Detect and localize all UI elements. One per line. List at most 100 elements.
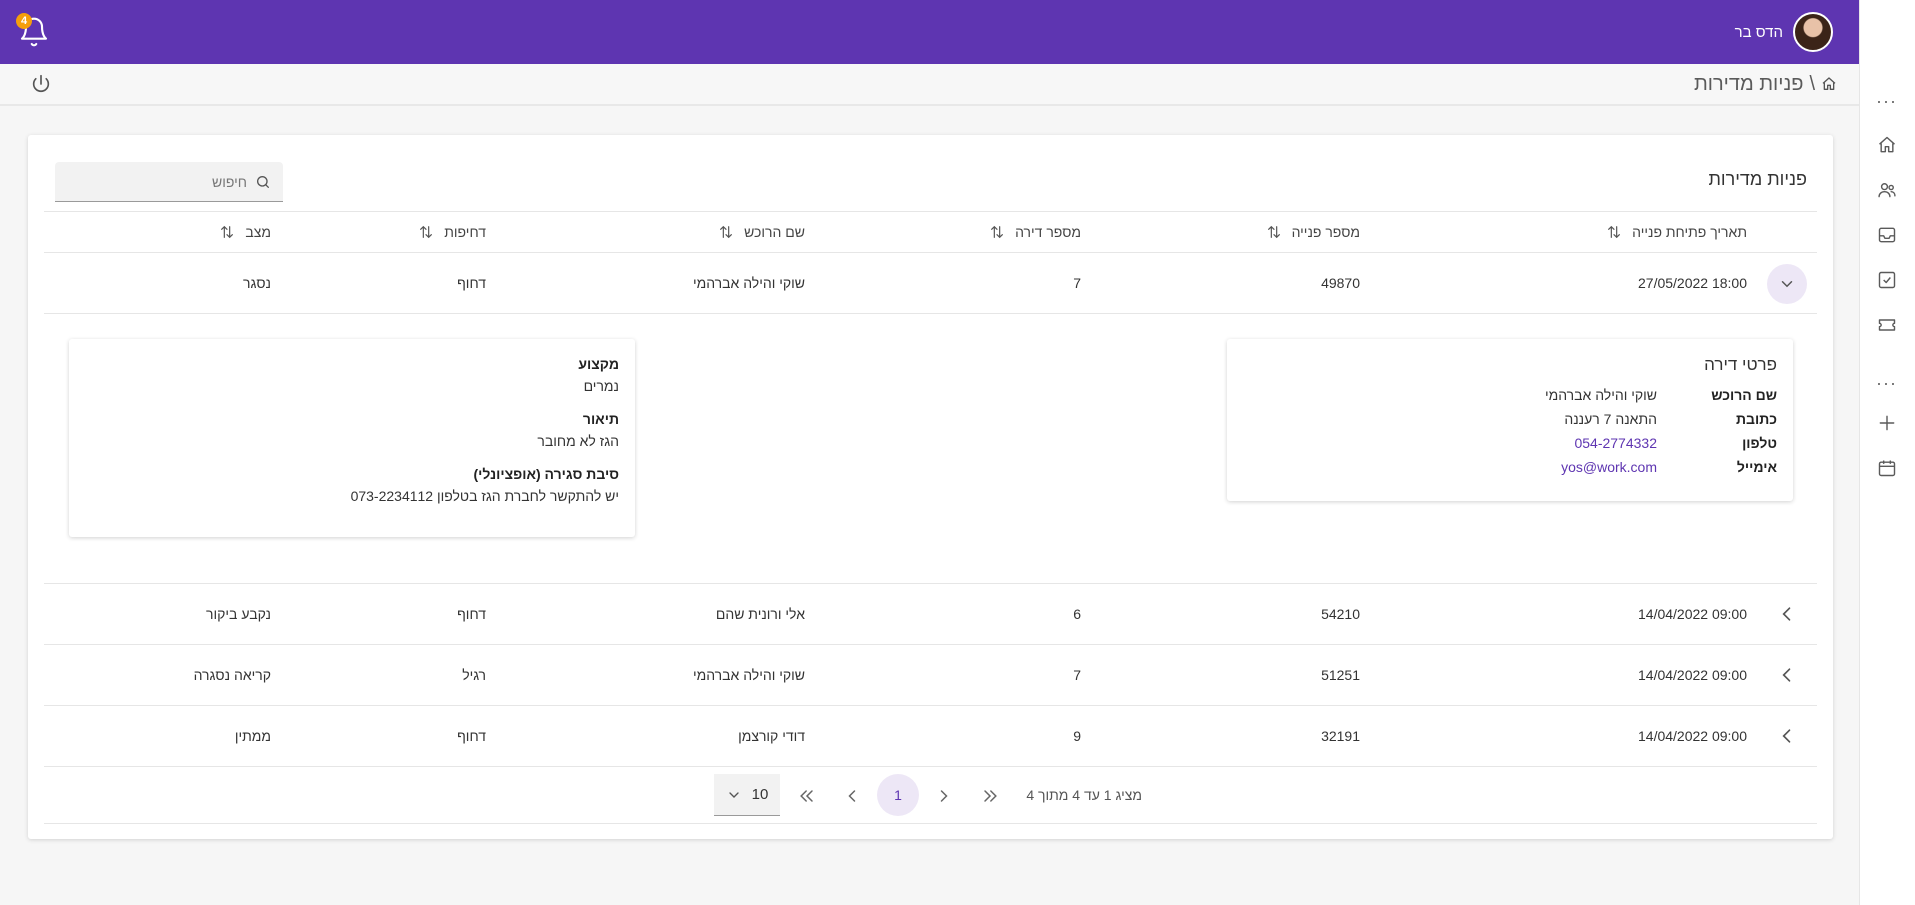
cell-date: 27/05/2022 18:00 <box>1638 275 1747 291</box>
pagination: מציג 1 עד 4 מתוך 4 1 10 <box>44 767 1817 824</box>
sort-icon <box>720 225 733 239</box>
address-value: התאנה 7 רעננה <box>1564 411 1657 427</box>
top-header: 4 הדס בר <box>0 0 1859 64</box>
power-icon[interactable] <box>30 73 52 95</box>
sort-icon <box>221 225 234 239</box>
table-row[interactable]: 27/05/2022 18:00 49870 7 שוקי והילה אברה… <box>44 253 1817 314</box>
description-value: הגז לא מחובר <box>537 433 619 449</box>
cell-status: נקבע ביקור <box>206 606 271 622</box>
breadcrumb: \ פניות מדירות <box>1694 73 1837 96</box>
breadcrumb-bar: \ פניות מדירות <box>0 64 1859 106</box>
calendar-icon[interactable] <box>1877 458 1897 478</box>
search-box[interactable] <box>55 162 283 202</box>
owner-value: שוקי והילה אברהמי <box>1544 387 1657 403</box>
cell-number: 32191 <box>1321 728 1360 744</box>
cell-apartment: 7 <box>1073 667 1081 683</box>
table-row[interactable]: 14/04/2022 09:00 51251 7 שוקי והילה אברה… <box>44 645 1817 706</box>
cell-number: 51251 <box>1321 667 1360 683</box>
profession-label: מקצוע <box>578 356 619 372</box>
cell-owner: אלי ורונית שהם <box>715 606 805 622</box>
notifications-button[interactable]: 4 <box>16 13 50 48</box>
cell-priority: דחוף <box>457 275 486 291</box>
description-label: תיאור <box>582 411 619 427</box>
column-header-owner[interactable]: שם הרוכש <box>718 212 805 252</box>
requests-card: פניות מדירות תאריך פתיחת פנייה מספר פניי… <box>28 135 1833 839</box>
requests-table: תאריך פתיחת פנייה מספר פנייה מספר דירה ש… <box>44 211 1817 824</box>
profession-value: נמרים <box>583 378 619 394</box>
chevron-left-icon[interactable] <box>1777 604 1797 624</box>
ticket-icon[interactable] <box>1877 315 1897 335</box>
user-menu[interactable]: הדס בר <box>1735 12 1833 52</box>
current-page-button[interactable]: 1 <box>877 774 919 816</box>
inbox-icon[interactable] <box>1877 225 1897 245</box>
table-row[interactable]: 14/04/2022 09:00 54210 6 אלי ורונית שהם … <box>44 584 1817 645</box>
chevron-left-icon[interactable] <box>1777 665 1797 685</box>
sidebar-more-bottom[interactable]: ··· <box>1876 374 1897 398</box>
chevron-left-icon[interactable] <box>1777 726 1797 746</box>
close-reason-label: סיבת סגירה (אופציונלי) <box>473 466 619 482</box>
cell-status: קריאה נסגרה <box>193 667 271 683</box>
home-icon[interactable] <box>1877 135 1897 155</box>
cell-priority: רגיל <box>462 667 486 683</box>
notification-badge: 4 <box>16 13 32 29</box>
cell-date: 14/04/2022 09:00 <box>1638 728 1747 744</box>
cell-status: ממתין <box>234 728 271 744</box>
apartment-details-panel: פרטי דירה שם הרוכש שוקי והילה אברהמי כתוב… <box>1227 339 1793 501</box>
sort-icon <box>991 225 1004 239</box>
user-name: הדס בר <box>1734 23 1783 41</box>
collapse-row-button[interactable] <box>1767 264 1807 304</box>
close-reason-value: יש להתקשר לחברת הגז בטלפון 073-2234112 <box>350 488 619 504</box>
cell-owner: שוקי והילה אברהמי <box>692 275 805 291</box>
request-info-panel: מקצוע נמרים תיאור הגז לא מחובר סיבת סגיר… <box>69 339 635 537</box>
cell-number: 49870 <box>1321 275 1360 291</box>
address-label: כתובת <box>1735 411 1777 427</box>
column-header-status[interactable]: מצב <box>219 212 271 252</box>
email-link[interactable]: yos@work.com <box>1561 459 1657 475</box>
sidebar: ··· ··· <box>1859 0 1915 905</box>
cell-status: נסגר <box>242 275 271 291</box>
column-header-date[interactable]: תאריך פתיחת פנייה <box>1606 212 1747 252</box>
column-header-priority[interactable]: דחיפות <box>418 212 486 252</box>
cell-owner: דודי קורצמן <box>738 728 805 744</box>
apartment-details-title: פרטי דירה <box>1704 355 1777 374</box>
last-page-icon[interactable] <box>797 786 817 806</box>
first-page-icon[interactable] <box>980 786 1000 806</box>
previous-page-icon[interactable] <box>934 786 954 806</box>
pagination-summary: מציג 1 עד 4 מתוך 4 <box>1026 787 1142 803</box>
home-icon[interactable] <box>1821 76 1837 92</box>
sort-icon <box>1267 225 1280 239</box>
cell-date: 14/04/2022 09:00 <box>1638 667 1747 683</box>
task-check-icon[interactable] <box>1877 270 1897 290</box>
column-header-number[interactable]: מספר פנייה <box>1266 212 1360 252</box>
sidebar-more-top[interactable]: ··· <box>1876 92 1897 116</box>
chevron-down-icon <box>1781 281 1793 288</box>
next-page-icon[interactable] <box>842 786 862 806</box>
page-size-select[interactable]: 10 <box>714 774 780 816</box>
card-title: פניות מדירות <box>1708 169 1807 189</box>
cell-apartment: 6 <box>1073 606 1081 622</box>
cell-priority: דחוף <box>457 606 486 622</box>
search-input[interactable] <box>97 173 247 190</box>
page-size-value: 10 <box>751 786 769 803</box>
cell-apartment: 9 <box>1073 728 1081 744</box>
column-header-apartment[interactable]: מספר דירה <box>989 212 1081 252</box>
owner-label: שם הרוכש <box>1711 387 1777 403</box>
cell-date: 14/04/2022 09:00 <box>1638 606 1747 622</box>
sort-icon <box>420 225 433 239</box>
sort-icon <box>1608 225 1621 239</box>
table-row[interactable]: 14/04/2022 09:00 32191 9 דודי קורצמן דחו… <box>44 706 1817 767</box>
email-label: אימייל <box>1736 459 1777 475</box>
cell-number: 54210 <box>1321 606 1360 622</box>
plus-icon[interactable] <box>1877 413 1897 433</box>
cell-priority: דחוף <box>457 728 486 744</box>
people-icon[interactable] <box>1877 180 1897 200</box>
phone-label: טלפון <box>1742 435 1777 451</box>
table-header: תאריך פתיחת פנייה מספר פנייה מספר דירה ש… <box>44 211 1817 253</box>
breadcrumb-separator: \ <box>1809 72 1815 95</box>
phone-link[interactable]: 054-2774332 <box>1574 435 1657 451</box>
page-title: פניות מדירות <box>1693 72 1804 95</box>
chevron-down-icon <box>728 791 739 798</box>
avatar <box>1793 12 1833 52</box>
search-icon <box>257 175 269 188</box>
cell-apartment: 7 <box>1073 275 1081 291</box>
